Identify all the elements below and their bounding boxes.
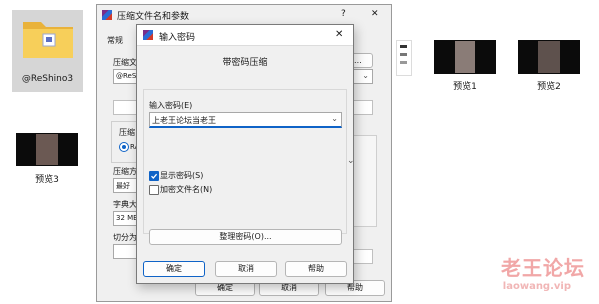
- winrar-icon: [102, 10, 112, 20]
- dialog-ok-button[interactable]: 确定: [143, 261, 205, 277]
- password-dialog-title: 输入密码: [159, 33, 196, 43]
- dialog-resize-chevron-icon: ⌄: [347, 156, 355, 166]
- password-dialog-titlebar: 输入密码 ✕: [137, 25, 353, 46]
- close-icon[interactable]: ✕: [335, 29, 343, 40]
- encrypt-filenames-checkbox[interactable]: [149, 185, 159, 195]
- watermark-site: laowang.vip: [502, 281, 571, 292]
- password-dialog: 输入密码 ✕ 带密码压缩 输入密码(E) 上老王论坛当老王 ⌄ ⌄ 显示密码(S…: [136, 24, 355, 284]
- dialog-heading: 带密码压缩: [222, 58, 268, 68]
- close-icon[interactable]: ✕: [371, 9, 379, 19]
- password-input[interactable]: 上老王论坛当老王 ⌄: [149, 112, 342, 128]
- chevron-down-icon: ⌄: [362, 71, 369, 80]
- format-radio-rar[interactable]: [119, 142, 129, 152]
- format-label: 压缩: [119, 128, 135, 137]
- show-password-label: 显示密码(S): [160, 171, 204, 180]
- split-units-dropdown[interactable]: [353, 249, 373, 264]
- preview-label-1: 预览1: [453, 82, 477, 92]
- enter-password-label: 输入密码(E): [149, 101, 193, 110]
- preview-label-2: 预览2: [537, 82, 561, 92]
- partial-desktop-icon[interactable]: [396, 40, 412, 76]
- dialog-help-button[interactable]: 帮助: [285, 261, 347, 277]
- winrar-icon: [143, 30, 153, 40]
- preview-thumbnail-3[interactable]: [16, 133, 78, 166]
- encrypt-filenames-label: 加密文件名(N): [160, 185, 213, 194]
- method-label: 压缩方: [113, 167, 137, 176]
- checkmark-icon: [151, 173, 158, 179]
- split-volume-label: 切分为: [113, 233, 137, 242]
- chevron-down-icon: ⌄: [331, 114, 338, 123]
- dictionary-label: 字典大: [113, 200, 137, 209]
- watermark-brand: 老王论坛: [501, 256, 585, 280]
- preview-label-3: 预览3: [35, 175, 59, 185]
- archive-name-label: 压缩文: [113, 58, 137, 67]
- preview-thumbnail-2[interactable]: [518, 40, 580, 74]
- organize-passwords-button[interactable]: 整理密码(O)...: [149, 229, 342, 245]
- show-password-checkbox[interactable]: [149, 171, 159, 181]
- preview-thumbnail-1[interactable]: [434, 40, 496, 74]
- folder-icon: [23, 22, 73, 58]
- tab-general[interactable]: 常规: [107, 35, 123, 46]
- profiles-dropdown[interactable]: [353, 100, 373, 115]
- folder-label: @ReShino3: [21, 74, 74, 84]
- folder-item-reshino3[interactable]: @ReShino3: [12, 10, 83, 92]
- help-title-button[interactable]: ?: [341, 9, 346, 19]
- dialog-cancel-button[interactable]: 取消: [215, 261, 277, 277]
- archive-window-title: 压缩文件名和参数: [117, 12, 190, 22]
- archive-window-titlebar: 压缩文件名和参数 ? ✕: [97, 5, 391, 25]
